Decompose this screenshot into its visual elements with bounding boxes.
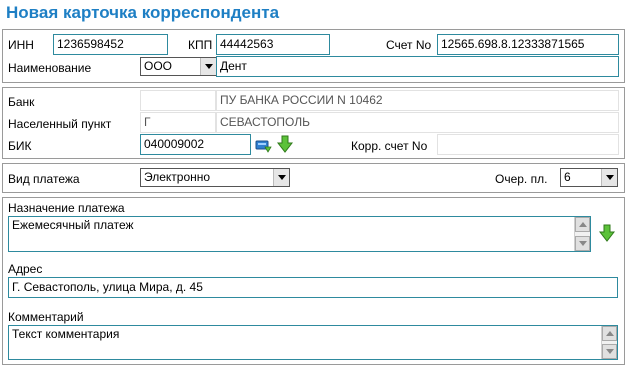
bank-name-field: ПУ БАНКА РОССИИ N 10462 [216, 90, 619, 111]
account-label: Счет No [386, 38, 432, 52]
bik-input[interactable]: 040009002 [140, 134, 251, 155]
comment-textarea[interactable]: Текст комментария [8, 325, 618, 360]
payment-type-label: Вид платежа [8, 172, 80, 186]
bank-label: Банк [8, 95, 35, 109]
bank-lookup-icon[interactable] [255, 138, 273, 154]
details-panel: Назначение платежа Ежемесячный платеж Ад… [2, 197, 625, 365]
scroll-up-icon[interactable] [602, 326, 617, 341]
purpose-textarea[interactable]: Ежемесячный платеж [8, 216, 591, 252]
account-input[interactable]: 12565.698.8.12333871565 [437, 34, 619, 55]
priority-value: 6 [564, 170, 571, 184]
bik-label: БИК [8, 139, 32, 153]
comment-label: Комментарий [8, 310, 84, 324]
kpp-input[interactable]: 44442563 [216, 34, 330, 55]
chevron-down-icon[interactable] [273, 169, 289, 186]
address-label: Адрес [8, 262, 43, 276]
green-down-arrow-icon[interactable] [598, 224, 616, 242]
payment-type-select[interactable]: Электронно [140, 168, 290, 187]
bank-panel: Банк ПУ БАНКА РОССИИ N 10462 Населенный … [2, 87, 625, 159]
locality-name-field: СЕВАСТОПОЛЬ [216, 112, 619, 133]
purpose-label: Назначение платежа [8, 201, 125, 215]
comment-scrollbar[interactable] [601, 326, 617, 359]
bank-code-field [140, 90, 216, 111]
name-input[interactable]: Дент [216, 56, 619, 77]
payment-panel: Вид платежа Электронно Очер. пл. 6 [2, 163, 625, 193]
purpose-scrollbar[interactable] [574, 217, 590, 251]
inn-input[interactable]: 1236598452 [53, 34, 168, 55]
priority-select[interactable]: 6 [560, 168, 618, 187]
address-input[interactable]: Г. Севастополь, улица Мира, д. 45 [8, 277, 618, 298]
org-form-value: ООО [144, 59, 173, 73]
scroll-down-icon[interactable] [602, 344, 617, 359]
comment-text: Текст комментария [12, 327, 120, 341]
scroll-down-icon[interactable] [575, 236, 590, 251]
priority-label: Очер. пл. [495, 172, 548, 186]
name-label: Наименование [8, 61, 92, 75]
chevron-down-icon[interactable] [601, 169, 617, 186]
scroll-up-icon[interactable] [575, 217, 590, 232]
requisites-panel: ИНН 1236598452 КПП 44442563 Счет No 1256… [2, 29, 625, 83]
locality-label: Населенный пункт [8, 117, 112, 131]
inn-label: ИНН [8, 38, 34, 52]
chevron-down-icon[interactable] [200, 58, 216, 75]
kpp-label: КПП [188, 38, 213, 52]
page-title: Новая карточка корреспондента [6, 3, 280, 22]
corr-account-field [437, 134, 619, 155]
green-down-arrow-icon[interactable] [276, 135, 294, 153]
payment-type-value: Электронно [144, 170, 211, 184]
org-form-select[interactable]: ООО [140, 57, 217, 76]
locality-type-field: Г [140, 112, 216, 133]
purpose-text: Ежемесячный платеж [12, 218, 134, 232]
corr-account-label: Корр. счет No [351, 139, 428, 153]
